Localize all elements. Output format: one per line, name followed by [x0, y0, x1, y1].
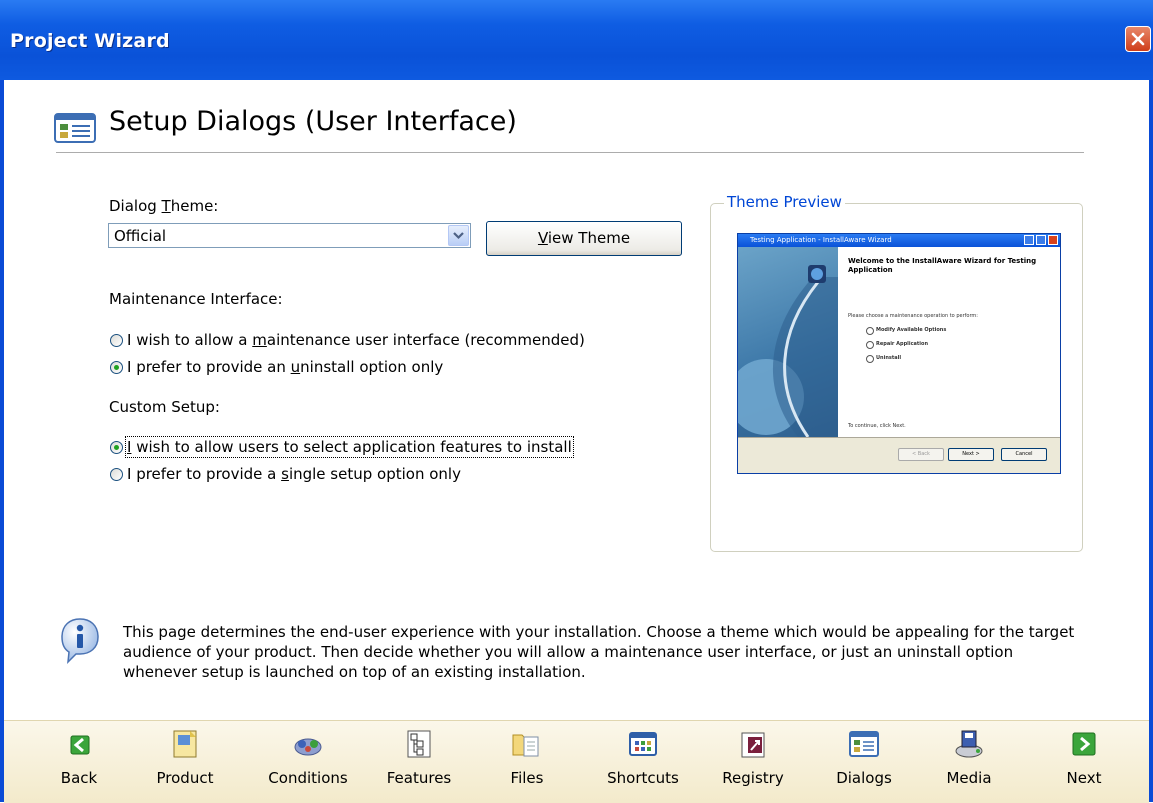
toolbar-media[interactable]: Media — [924, 721, 1014, 803]
single-setup-radio[interactable]: I prefer to provide a single setup optio… — [110, 464, 461, 484]
preview-title-bar: Testing Application - InstallAware Wizar… — [738, 234, 1060, 247]
conditions-icon — [294, 738, 322, 756]
radio-button[interactable] — [110, 333, 123, 347]
preview-maximize-icon — [1036, 235, 1046, 245]
media-icon — [955, 730, 983, 758]
preview-side-graphic — [738, 247, 838, 437]
theme-preview-label: Theme Preview — [724, 193, 845, 211]
preview-button-bar: < Back Next > Cancel — [738, 437, 1060, 473]
title-divider — [56, 152, 1084, 153]
project-wizard-window: Project Wizard Setup Dialogs (User Inter… — [0, 0, 1153, 803]
dialogs-icon — [54, 113, 96, 143]
toolbar-conditions[interactable]: Conditions — [263, 721, 353, 803]
registry-icon — [741, 732, 765, 758]
toolbar-files[interactable]: Files — [482, 721, 572, 803]
files-icon — [512, 734, 539, 757]
dialog-theme-value: Official — [114, 227, 167, 245]
radio-button[interactable] — [110, 467, 123, 481]
close-button[interactable] — [1125, 26, 1151, 52]
dialog-theme-label: Dialog Theme: — [109, 197, 219, 215]
toolbar-back[interactable]: Back — [34, 721, 124, 803]
preview-radio — [866, 355, 874, 363]
view-theme-button[interactable]: View Theme — [486, 221, 682, 256]
toolbar-registry[interactable]: Registry — [708, 721, 798, 803]
features-icon — [407, 730, 431, 758]
page-title: Setup Dialogs (User Interface) — [109, 106, 517, 137]
chevron-down-icon — [453, 232, 464, 240]
preview-minimize-icon — [1024, 235, 1034, 245]
toolbar-dialogs[interactable]: Dialogs — [819, 721, 909, 803]
dialog-theme-select[interactable]: Official — [108, 223, 471, 248]
select-features-radio[interactable]: I wish to allow users to select applicat… — [110, 436, 574, 458]
wizard-content: Setup Dialogs (User Interface) Dialog Th… — [4, 80, 1149, 720]
preview-radio — [866, 341, 874, 349]
preview-radio — [866, 327, 874, 335]
toolbar-shortcuts[interactable]: Shortcuts — [598, 721, 688, 803]
close-icon — [1131, 32, 1145, 46]
toolbar-product[interactable]: Product — [140, 721, 230, 803]
radio-button-selected[interactable] — [110, 360, 123, 374]
toolbar-next[interactable]: Next — [1039, 721, 1129, 803]
radio-button-selected[interactable] — [110, 440, 123, 454]
title-bar[interactable]: Project Wizard — [0, 0, 1153, 80]
uninstall-only-radio[interactable]: I prefer to provide an uninstall option … — [110, 357, 443, 377]
toolbar-features[interactable]: Features — [374, 721, 464, 803]
preview-close-icon — [1048, 235, 1058, 245]
maintenance-interface-label: Maintenance Interface: — [109, 290, 283, 308]
dialogs-icon — [849, 731, 879, 757]
shortcuts-icon — [629, 732, 657, 756]
product-icon — [173, 730, 197, 758]
wizard-navigation-toolbar: Back Product Conditions Features Files S… — [4, 720, 1149, 803]
maintenance-ui-radio[interactable]: I wish to allow a maintenance user inter… — [110, 330, 585, 350]
dropdown-button[interactable] — [448, 225, 469, 246]
theme-preview-image: Testing Application - InstallAware Wizar… — [737, 233, 1061, 474]
custom-setup-label: Custom Setup: — [109, 398, 220, 416]
preview-body: Welcome to the InstallAware Wizard for T… — [838, 247, 1060, 437]
next-arrow-icon — [1072, 732, 1096, 756]
info-icon — [61, 618, 99, 665]
window-title: Project Wizard — [10, 30, 170, 52]
preview-swirl-graphic — [738, 265, 838, 437]
info-description: This page determines the end-user experi… — [123, 623, 1075, 681]
back-arrow-icon — [70, 735, 90, 755]
